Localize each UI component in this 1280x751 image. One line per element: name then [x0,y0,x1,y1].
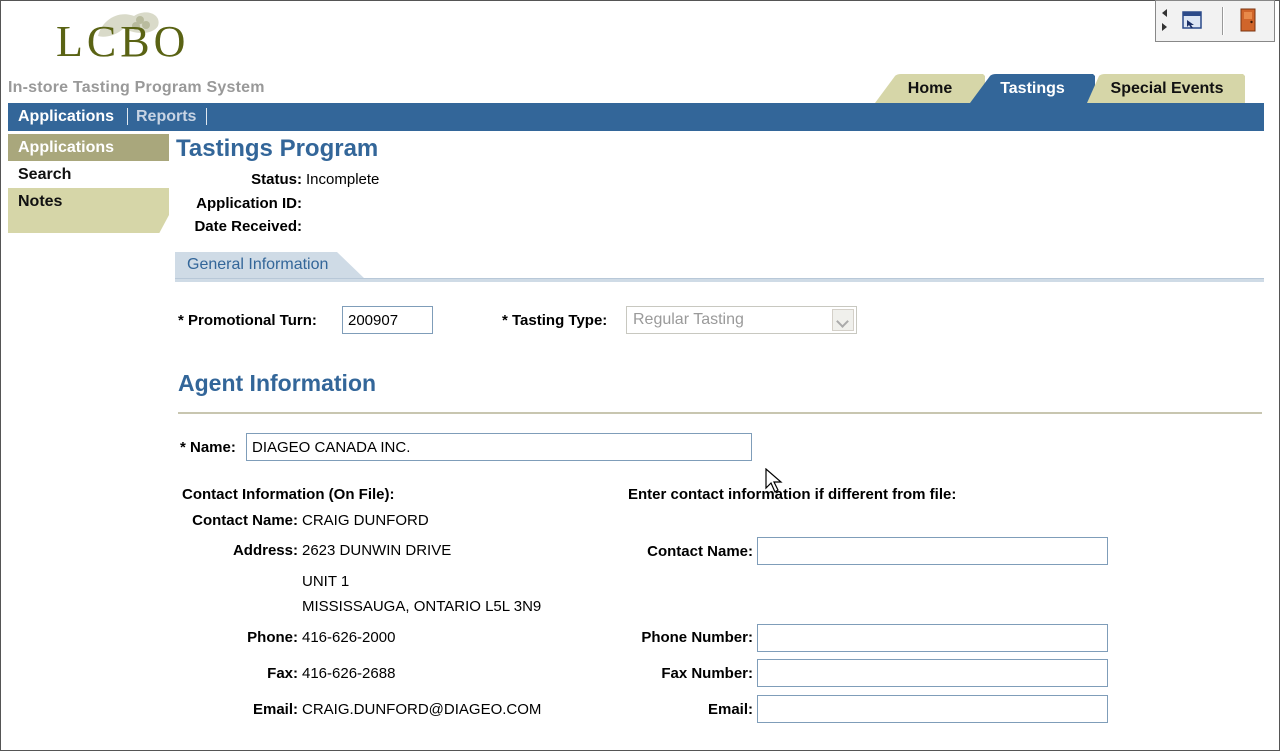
alt-email-label: Email: [707,701,753,718]
leftnav-item-search[interactable]: Search [8,161,169,188]
toolbar-separator [1222,7,1224,35]
agent-name-input[interactable] [246,433,752,461]
tab-special-events-label: Special Events [1110,80,1224,97]
phone-value: 416-626-2000 [302,629,396,646]
mouse-cursor-icon [765,468,783,493]
fax-label: Fax: [267,665,298,682]
phone-label: Phone: [247,629,298,646]
agent-divider [178,412,1262,414]
alt-contact-name-input[interactable] [757,537,1108,565]
utility-toolbar [1155,0,1275,42]
tab-general-information[interactable]: General Information [175,252,365,279]
navbar-separator [127,108,128,125]
leftnav-footer [8,215,169,233]
contact-different-heading: Enter contact information if different f… [628,486,957,503]
left-nav: Applications Search Notes [8,134,169,233]
tasting-type-value: Regular Tasting [633,311,744,328]
leftnav-item-applications[interactable]: Applications [8,134,169,161]
contact-on-file-heading: Contact Information (On File): [182,486,395,503]
logo-text: LCBO [56,17,190,66]
agent-name-label: * Name: [180,439,236,456]
email-value: CRAIG.DUNFORD@DIAGEO.COM [302,701,542,718]
window-icon[interactable] [1182,11,1202,29]
exit-door-icon[interactable] [1238,7,1258,33]
tab-tastings-label: Tastings [1000,80,1065,97]
contact-name-label: Contact Name: [192,512,298,529]
page-title: Tastings Program [176,135,379,162]
toolbar-grip-icon[interactable] [1162,9,1168,35]
navbar-reports[interactable]: Reports [136,107,196,127]
address-label: Address: [232,542,298,559]
status-value: Incomplete [306,171,380,188]
section-divider [175,278,1264,282]
contact-name-value: CRAIG DUNFORD [302,512,429,529]
address-line-3: MISSISSAUGA, ONTARIO L5L 3N9 [302,598,542,615]
tasting-type-select[interactable]: Regular Tasting [626,306,857,334]
lcbo-logo[interactable]: LCBO [52,6,185,72]
system-title: In-store Tasting Program System [8,79,265,96]
fax-value: 416-626-2688 [302,665,396,682]
email-label: Email: [252,701,298,718]
alt-fax-label: Fax Number: [661,665,753,682]
tasting-type-label: * Tasting Type: [502,312,608,329]
tab-home[interactable]: Home [875,74,985,103]
tab-home-label: Home [907,80,953,97]
promotional-turn-label: * Promotional Turn: [178,312,317,329]
address-line-1: 2623 DUNWIN DRIVE [302,542,452,559]
chevron-down-icon[interactable] [832,309,854,331]
address-line-2: UNIT 1 [302,573,350,590]
alt-contact-name-label: Contact Name: [647,543,753,560]
application-id-label: Application ID: [196,195,302,212]
alt-email-input[interactable] [757,695,1108,723]
tab-special-events[interactable]: Special Events [1087,74,1247,103]
tab-tastings[interactable]: Tastings [970,74,1095,103]
alt-phone-label: Phone Number: [641,629,753,646]
agent-information-heading: Agent Information [178,370,377,396]
promotional-turn-input[interactable] [342,306,433,334]
leftnav-item-notes[interactable]: Notes [8,188,169,215]
tab-general-information-label: General Information [187,256,329,273]
alt-phone-input[interactable] [757,624,1108,652]
navbar-applications[interactable]: Applications [18,107,114,127]
date-received-label: Date Received: [194,218,302,235]
status-label: Status: [251,171,302,188]
top-navbar: Applications Reports [8,103,1264,131]
alt-fax-input[interactable] [757,659,1108,687]
navbar-separator [206,108,207,125]
